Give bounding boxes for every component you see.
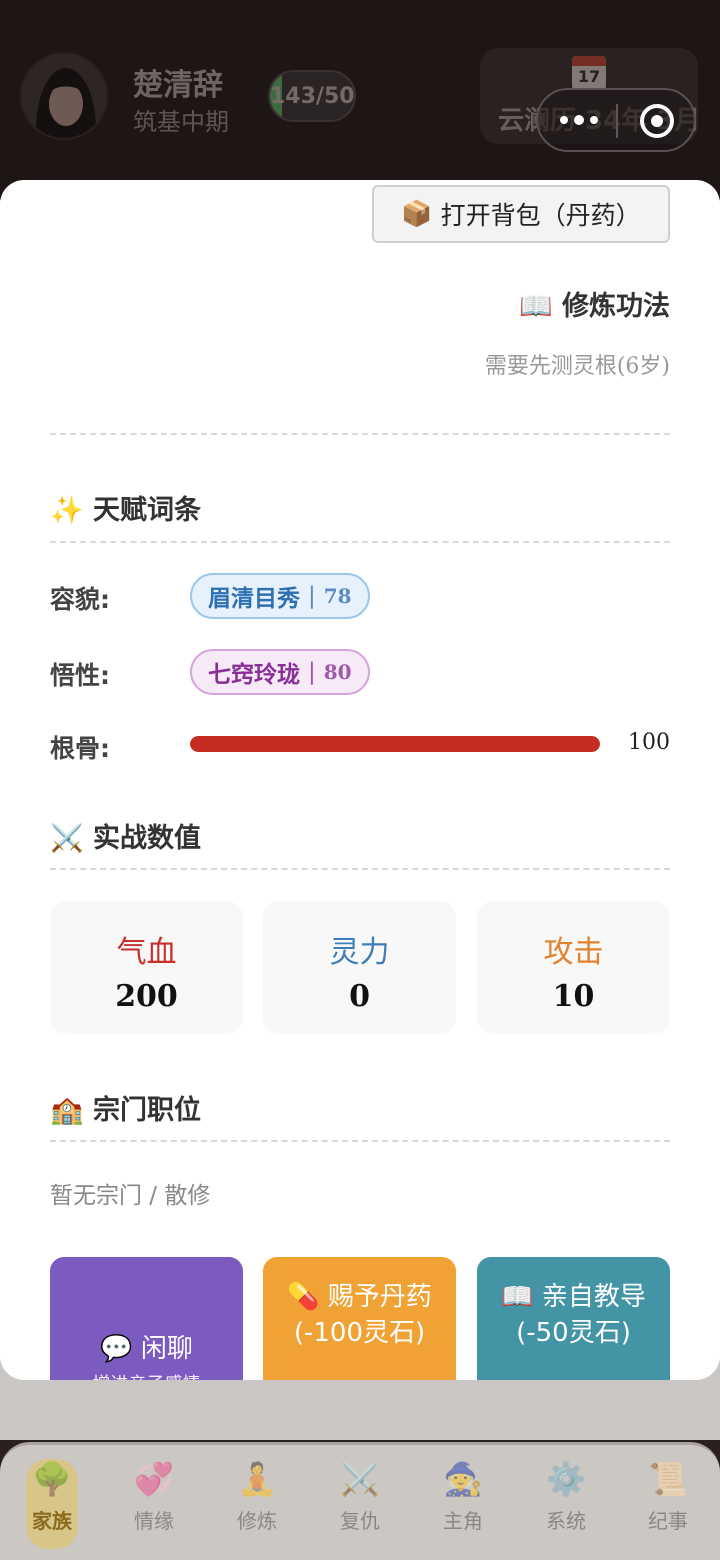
stat-card-mana: 灵力 0 — [263, 901, 456, 1034]
appearance-tag-text: 眉清目秀 — [208, 586, 300, 612]
close-miniprogram-icon[interactable] — [640, 104, 674, 138]
stat-value: 200 — [115, 979, 178, 1014]
divider — [50, 1140, 670, 1142]
nav-label: 主角 — [443, 1509, 483, 1533]
box-icon: 📦 — [401, 199, 433, 228]
stat-value: 10 — [552, 979, 595, 1014]
book-icon: 📖 — [501, 1282, 534, 1312]
stat-card-hp: 气血 200 — [50, 901, 243, 1034]
hearts-icon: 💞 — [134, 1460, 174, 1498]
chat-label: 闲聊 — [140, 1334, 193, 1364]
appearance-tag[interactable]: 眉清目秀 | 78 — [190, 573, 370, 619]
teach-label: 亲自教导 (-50灵石) — [516, 1282, 646, 1348]
character-realm: 筑基中期 — [133, 108, 229, 136]
nav-item-family[interactable]: 🌳 家族 — [26, 1459, 78, 1549]
give-pill-button[interactable]: 💊 赐予丹药 (-100灵石) — [263, 1257, 456, 1380]
sect-section-title: 🏫 宗门职位 — [50, 1095, 202, 1126]
nav-item-protagonist[interactable]: 🧙 主角 — [413, 1459, 513, 1549]
comprehension-tag[interactable]: 七窍玲珑 | 80 — [190, 649, 370, 695]
sparkles-icon: ✨ — [50, 495, 84, 526]
crossed-swords-icon: ⚔️ — [340, 1460, 380, 1498]
cultivation-section-title: 📖 修炼功法 — [518, 291, 670, 322]
chat-button[interactable]: 💬 闲聊 增进亲子感情 — [50, 1257, 243, 1380]
bone-progress-bar — [190, 736, 600, 752]
more-menu-icon[interactable] — [558, 110, 598, 130]
talent-section-title: ✨ 天赋词条 — [50, 495, 202, 526]
stat-name: 灵力 — [329, 935, 390, 970]
bottom-nav: 🌳 家族 💞 情缘 🧘 修炼 ⚔️ 复仇 🧙 主角 ⚙️ 系统 📜 纪事 — [0, 1442, 720, 1560]
school-icon: 🏫 — [50, 1095, 84, 1126]
character-avatar[interactable] — [20, 52, 108, 140]
exp-progress-pill: 143/5000 — [268, 70, 356, 122]
crossed-swords-icon: ⚔️ — [50, 823, 84, 854]
teach-button[interactable]: 📖 亲自教导 (-50灵石) — [477, 1257, 670, 1380]
stat-name: 气血 — [116, 935, 177, 970]
divider — [50, 541, 670, 543]
combat-section-title: ⚔️ 实战数值 — [50, 823, 202, 854]
pill-icon: 💊 — [287, 1282, 320, 1312]
comprehension-score: 80 — [323, 660, 352, 684]
speech-bubble-icon: 💬 — [100, 1334, 133, 1364]
bone-value: 100 — [628, 730, 670, 755]
top-header: 楚清辞 筑基中期 143/5000 17 云澜历 34年 3月 — [0, 0, 720, 200]
bone-progress-fill — [190, 736, 600, 752]
nav-label: 复仇 — [340, 1509, 380, 1533]
stat-name: 攻击 — [543, 935, 604, 970]
stat-card-attack: 攻击 10 — [477, 901, 670, 1034]
character-detail-modal: 📦 打开背包（丹药） 📖 修炼功法 需要先测灵根(6岁) ✨ 天赋词条 容貌: … — [0, 180, 720, 1380]
open-bag-label: 打开背包（丹药） — [440, 201, 641, 230]
nav-label: 纪事 — [648, 1509, 688, 1533]
nav-label: 情缘 — [134, 1509, 174, 1533]
divider — [50, 433, 670, 435]
stat-value: 0 — [349, 979, 370, 1014]
sect-status-text: 暂无宗门 / 散修 — [50, 1183, 211, 1209]
appearance-label: 容貌: — [50, 585, 110, 614]
cultivation-note: 需要先测灵根(6岁) — [484, 354, 670, 379]
nav-label: 系统 — [546, 1509, 586, 1533]
nav-label: 修炼 — [237, 1509, 277, 1533]
gear-icon: ⚙️ — [546, 1460, 586, 1498]
nav-label: 家族 — [32, 1509, 72, 1533]
open-bag-button[interactable]: 📦 打开背包（丹药） — [372, 185, 670, 243]
mage-icon: 🧙 — [443, 1460, 483, 1498]
meditation-icon: 🧘 — [237, 1460, 277, 1498]
exp-progress-text: 143/5000 — [270, 84, 355, 109]
calendar-icon: 17 — [572, 56, 606, 90]
appearance-score: 78 — [323, 584, 352, 608]
scroll-icon: 📜 — [648, 1460, 688, 1498]
tree-icon: 🌳 — [32, 1460, 72, 1498]
nav-item-revenge[interactable]: ⚔️ 复仇 — [310, 1459, 410, 1549]
miniprogram-capsule — [536, 88, 696, 152]
nav-item-cultivate[interactable]: 🧘 修炼 — [207, 1459, 307, 1549]
bone-label: 根骨: — [50, 734, 110, 763]
character-name: 楚清辞 — [133, 68, 223, 103]
nav-item-chronicle[interactable]: 📜 纪事 — [618, 1459, 718, 1549]
divider — [50, 868, 670, 870]
comprehension-tag-text: 七窍玲珑 — [208, 662, 300, 688]
nav-item-system[interactable]: ⚙️ 系统 — [516, 1459, 616, 1549]
comprehension-label: 悟性: — [50, 661, 110, 690]
book-icon: 📖 — [518, 291, 553, 322]
chat-sub-label: 增进亲子感情 — [62, 1367, 231, 1380]
nav-item-romance[interactable]: 💞 情缘 — [104, 1459, 204, 1549]
